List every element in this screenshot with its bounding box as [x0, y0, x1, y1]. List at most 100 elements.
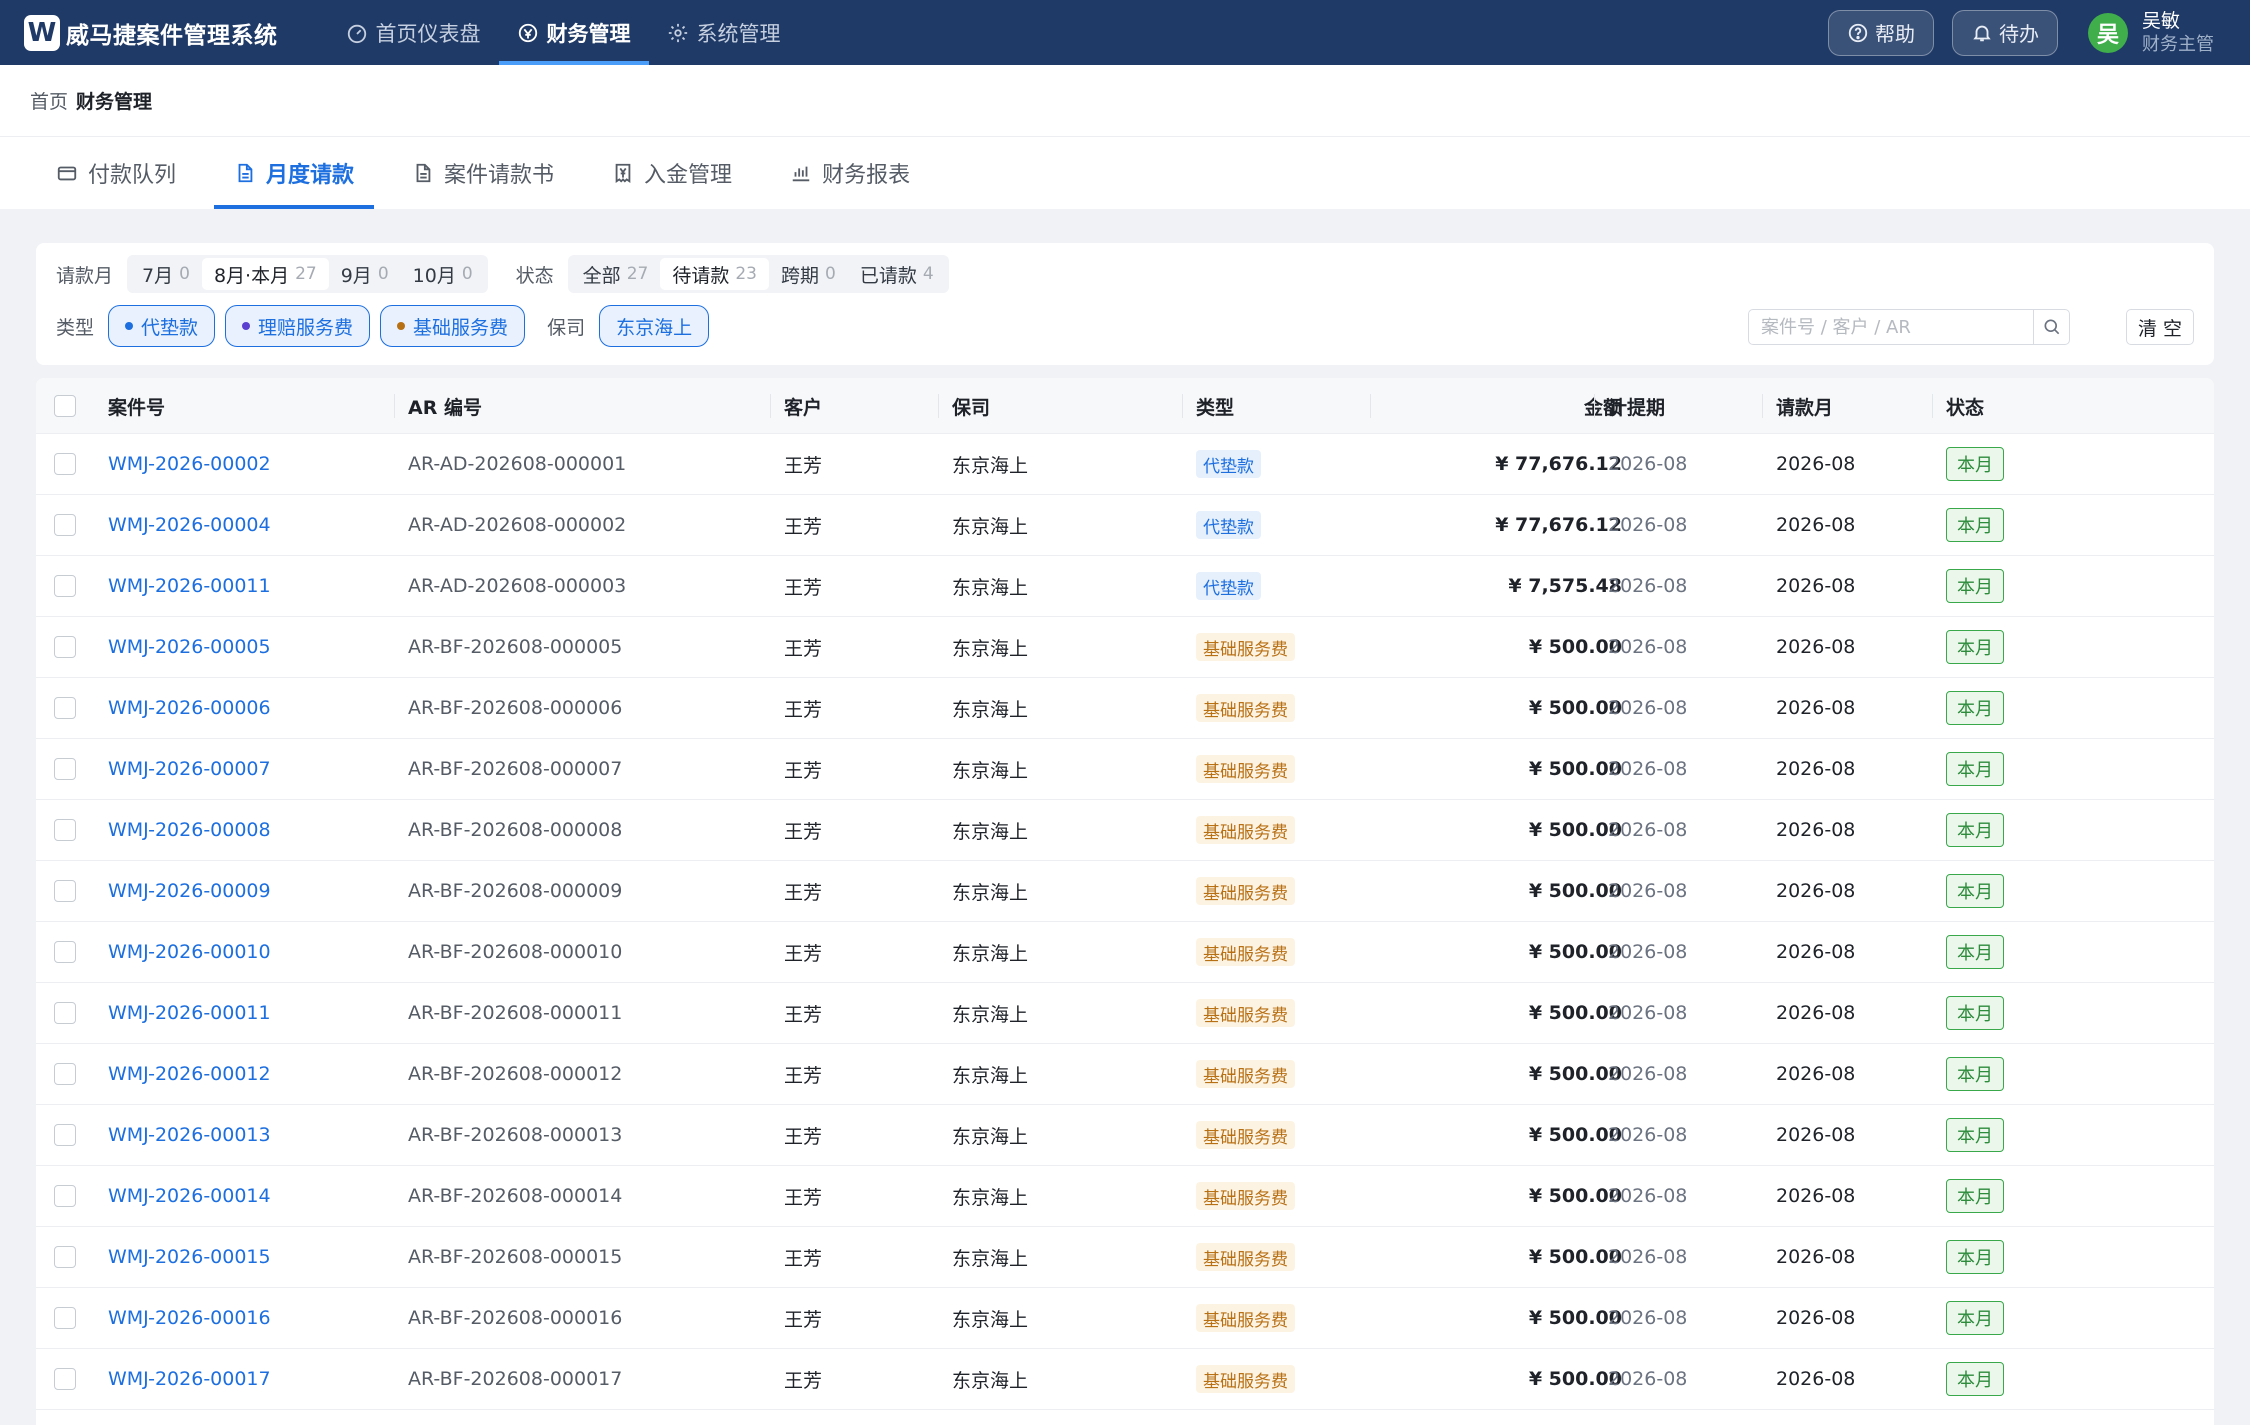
table-row[interactable]: WMJ-2026-00010 AR-BF-202608-000010 王芳 东京…: [36, 922, 2214, 983]
tab-financial-report[interactable]: 财务报表: [770, 137, 930, 209]
clear-button[interactable]: 清空: [2126, 309, 2194, 345]
type-chip-claim-fee[interactable]: 理赔服务费: [225, 305, 371, 347]
table-row[interactable]: WMJ-2026-00006 AR-BF-202608-000006 王芳 东京…: [36, 678, 2214, 739]
table-row[interactable]: WMJ-2026-00007 AR-BF-202608-000007 王芳 东京…: [36, 739, 2214, 800]
request-month: 2026-08: [1776, 1002, 1856, 1024]
chip-label: 东京海上: [616, 316, 693, 339]
table-row[interactable]: WMJ-2026-00008 AR-BF-202608-000008 王芳 东京…: [36, 800, 2214, 861]
month-option[interactable]: 10月 0: [401, 258, 485, 290]
row-checkbox[interactable]: [54, 1063, 76, 1085]
search-input[interactable]: [1749, 310, 2033, 344]
table-row[interactable]: WMJ-2026-00002 AR-AD-202608-000001 王芳 东京…: [36, 434, 2214, 495]
month-option[interactable]: 8月·本月 27: [201, 258, 329, 290]
case-number-link[interactable]: WMJ-2026-00010: [108, 922, 271, 982]
customer-name: 王芳: [784, 759, 823, 782]
tab-monthly-request[interactable]: 月度请款: [214, 137, 375, 209]
col-ar[interactable]: AR 编号: [408, 378, 482, 434]
case-number-link[interactable]: WMJ-2026-00004: [108, 495, 271, 555]
status-cell: 本月: [1946, 1227, 2004, 1287]
customer-name: 王芳: [784, 881, 823, 904]
app-logo[interactable]: W 威马捷案件管理系统: [24, 14, 278, 51]
insurer-name: 东京海上: [952, 1125, 1029, 1148]
nav-item-dashboard[interactable]: 首页仪表盘: [328, 0, 499, 65]
row-checkbox[interactable]: [54, 941, 76, 963]
case-number-link[interactable]: WMJ-2026-00014: [108, 1166, 271, 1226]
help-button[interactable]: 帮助: [1828, 9, 1934, 56]
row-checkbox[interactable]: [54, 514, 76, 536]
row-checkbox[interactable]: [54, 453, 76, 475]
case-number-link[interactable]: WMJ-2026-00013: [108, 1105, 271, 1165]
insurer-chip[interactable]: 东京海上: [599, 305, 710, 347]
row-checkbox[interactable]: [54, 636, 76, 658]
case-number-link[interactable]: WMJ-2026-00011: [108, 556, 271, 616]
nav-item-finance[interactable]: 财务管理: [498, 0, 649, 65]
customer-name: 王芳: [784, 698, 823, 721]
month-option[interactable]: 9月 0: [329, 258, 401, 290]
table-row[interactable]: WMJ-2026-00014 AR-BF-202608-000014 王芳 东京…: [36, 1166, 2214, 1227]
case-number-link[interactable]: WMJ-2026-00015: [108, 1227, 271, 1287]
case-number-link[interactable]: WMJ-2026-00009: [108, 861, 271, 921]
row-checkbox[interactable]: [54, 1246, 76, 1268]
row-checkbox[interactable]: [54, 1124, 76, 1146]
user-menu[interactable]: 吴 吴敏 财务主管: [2088, 9, 2214, 57]
tab-receipt-management[interactable]: 入金管理: [592, 137, 752, 209]
ar-number: AR-BF-202608-000009: [408, 880, 623, 902]
case-number-link[interactable]: WMJ-2026-00008: [108, 800, 271, 860]
row-checkbox[interactable]: [54, 697, 76, 719]
search-button[interactable]: [2033, 310, 2069, 344]
nav-item-system[interactable]: 系统管理: [649, 0, 799, 65]
accrual-period: 2026-08: [1608, 1368, 1688, 1390]
table-row[interactable]: WMJ-2026-00016 AR-BF-202608-000016 王芳 东京…: [36, 1288, 2214, 1349]
col-request-month[interactable]: 请款月: [1776, 378, 1833, 434]
table-row[interactable]: WMJ-2026-00011 AR-BF-202608-000011 王芳 东京…: [36, 983, 2214, 1044]
table-row[interactable]: WMJ-2026-00005 AR-BF-202608-000005 王芳 东京…: [36, 617, 2214, 678]
customer-name: 王芳: [784, 1064, 823, 1087]
breadcrumb-home[interactable]: 首页: [30, 87, 68, 114]
row-checkbox[interactable]: [54, 819, 76, 841]
col-insurer[interactable]: 保司: [952, 378, 990, 434]
row-checkbox[interactable]: [54, 1368, 76, 1390]
table-row[interactable]: WMJ-2026-00013 AR-BF-202608-000013 王芳 东京…: [36, 1105, 2214, 1166]
month-option[interactable]: 7月 0: [130, 258, 202, 290]
row-checkbox[interactable]: [54, 1002, 76, 1024]
status-badge: 本月: [1946, 447, 2004, 481]
row-checkbox[interactable]: [54, 575, 76, 597]
row-checkbox[interactable]: [54, 1185, 76, 1207]
case-number-link[interactable]: WMJ-2026-00005: [108, 617, 271, 677]
todo-button[interactable]: 待办: [1952, 9, 2058, 56]
type-cell: 基础服务费: [1196, 1288, 1295, 1348]
type-chip-base-fee[interactable]: 基础服务费: [380, 305, 526, 347]
tab-label: 付款队列: [88, 163, 177, 188]
case-number-link[interactable]: WMJ-2026-00012: [108, 1044, 271, 1104]
select-all-checkbox[interactable]: [54, 395, 76, 417]
table-row[interactable]: WMJ-2026-00017 AR-BF-202608-000017 王芳 东京…: [36, 1349, 2214, 1410]
case-number-link[interactable]: WMJ-2026-00017: [108, 1349, 271, 1409]
option-label: 跨期: [780, 264, 819, 287]
col-type[interactable]: 类型: [1196, 378, 1234, 434]
case-number-link[interactable]: WMJ-2026-00011: [108, 983, 271, 1043]
row-checkbox[interactable]: [54, 758, 76, 780]
case-number-link[interactable]: WMJ-2026-00006: [108, 678, 271, 738]
table-row[interactable]: WMJ-2026-00004 AR-AD-202608-000002 王芳 东京…: [36, 495, 2214, 556]
status-option[interactable]: 已请款 4: [848, 258, 946, 290]
col-customer[interactable]: 客户: [784, 378, 822, 434]
row-checkbox[interactable]: [54, 880, 76, 902]
col-period[interactable]: 计提期: [1608, 378, 1665, 434]
status-option[interactable]: 待请款 23: [660, 258, 769, 290]
table-row[interactable]: WMJ-2026-00009 AR-BF-202608-000009 王芳 东京…: [36, 861, 2214, 922]
tab-case-invoice[interactable]: 案件请款书: [392, 137, 574, 209]
case-number-link[interactable]: WMJ-2026-00007: [108, 739, 271, 799]
case-number-link[interactable]: WMJ-2026-00002: [108, 434, 271, 494]
type-chip-advance[interactable]: 代垫款: [108, 305, 216, 347]
tab-payment-queue[interactable]: 付款队列: [36, 137, 196, 209]
col-case[interactable]: 案件号: [108, 378, 165, 434]
row-checkbox[interactable]: [54, 1307, 76, 1329]
table-row[interactable]: WMJ-2026-00012 AR-BF-202608-000012 王芳 东京…: [36, 1044, 2214, 1105]
table-row[interactable]: WMJ-2026-00011 AR-AD-202608-000003 王芳 东京…: [36, 556, 2214, 617]
status-option[interactable]: 跨期 0: [769, 258, 848, 290]
case-number-link[interactable]: WMJ-2026-00016: [108, 1288, 271, 1348]
col-status[interactable]: 状态: [1946, 378, 1984, 434]
chip-label: 代垫款: [141, 316, 199, 339]
status-option[interactable]: 全部 27: [571, 258, 661, 290]
table-row[interactable]: WMJ-2026-00015 AR-BF-202608-000015 王芳 东京…: [36, 1227, 2214, 1288]
